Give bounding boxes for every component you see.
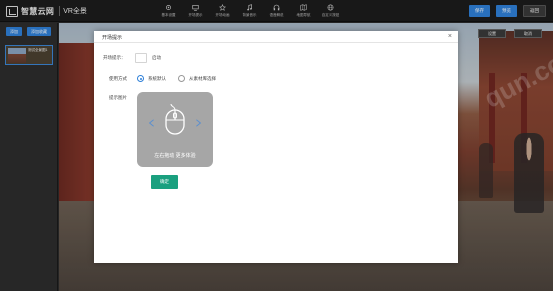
radio-label: 系统默认 — [148, 76, 166, 81]
toggle-label: 开场提示： — [103, 55, 126, 60]
toggle-text: 启动 — [152, 55, 161, 60]
opening-tip-dialog: 开场提示 × 开场提示： 启动 使用方式 系统默认 从素材库选择 提示图片 左右… — [94, 31, 458, 263]
tip-image-preview[interactable]: 左右拖动 更多体验 — [137, 92, 213, 167]
close-icon[interactable]: × — [448, 33, 452, 40]
arrow-left-icon — [148, 119, 154, 127]
radio-system-default[interactable] — [137, 75, 144, 82]
preview-caption: 左右拖动 更多体验 — [154, 153, 196, 159]
confirm-button[interactable]: 确定 — [151, 175, 178, 189]
image-label: 提示图片 — [109, 95, 127, 100]
mode-label: 使用方式 — [109, 76, 127, 81]
enable-toggle[interactable] — [135, 53, 147, 63]
radio-from-library[interactable] — [178, 75, 185, 82]
dialog-title: 开场提示 — [102, 35, 123, 41]
mouse-icon — [165, 104, 185, 135]
radio-label: 从素材库选择 — [189, 76, 216, 81]
dialog-header: 开场提示 × — [94, 31, 458, 43]
arrow-right-icon — [196, 119, 202, 127]
